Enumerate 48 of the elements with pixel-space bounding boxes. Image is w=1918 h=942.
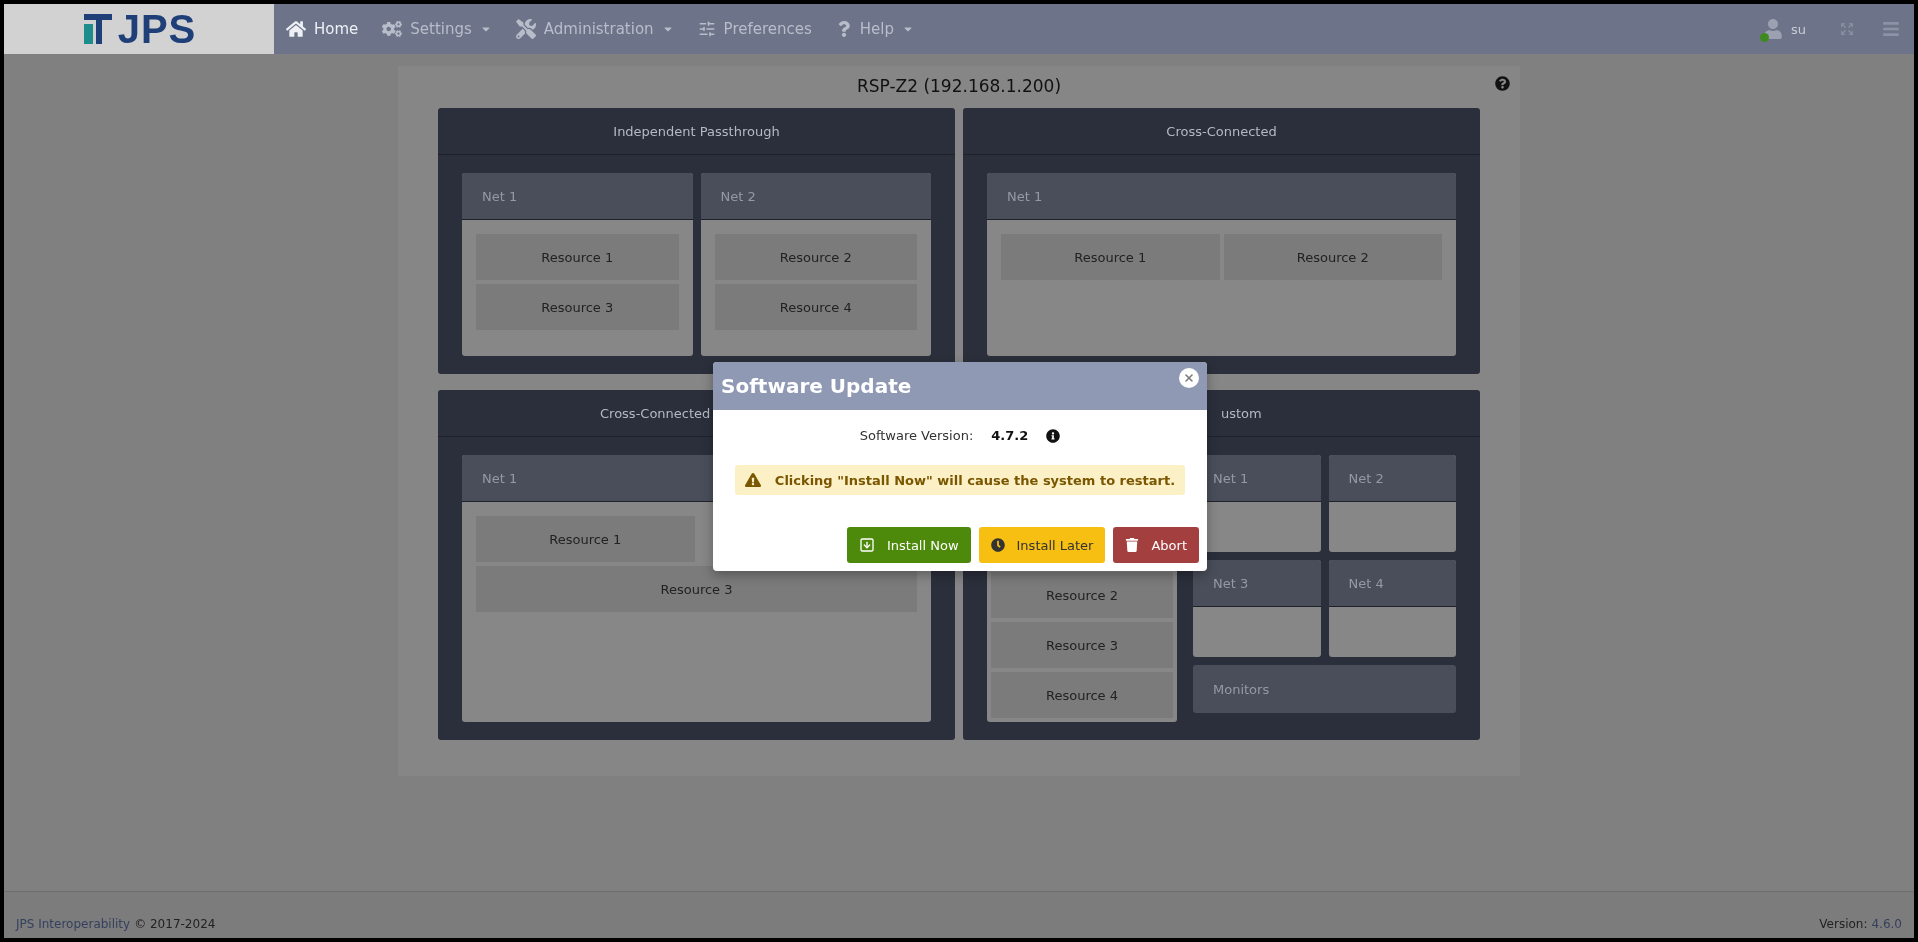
nav-item[interactable]: Settings	[370, 4, 504, 54]
company-link[interactable]: JPS Interoperability	[16, 917, 131, 931]
resource-tile[interactable]: Resource 4	[714, 284, 917, 330]
close-button[interactable]	[1179, 368, 1199, 388]
logo-text: JPS	[117, 6, 197, 52]
version-number[interactable]: 4.6.0	[1871, 917, 1902, 931]
net-header: Net 3	[1193, 560, 1321, 607]
dialog-button[interactable]: Abort	[1113, 527, 1199, 563]
resource-tile[interactable]: Resource 3	[476, 284, 679, 330]
nav-item[interactable]: Administration	[503, 4, 686, 54]
warning-icon	[744, 472, 761, 488]
nav-item[interactable]: Help	[823, 4, 927, 54]
nav-item[interactable]: Home	[274, 4, 371, 54]
net-header: Net 1	[462, 173, 693, 220]
device-title: RSP-Z2 (192.168.1.200)	[855, 75, 1063, 98]
logo-icon	[81, 12, 114, 46]
clock-icon	[990, 538, 1005, 552]
dialog-button[interactable]: Install Later	[978, 527, 1106, 563]
resource-tile[interactable]: Resource 2	[714, 234, 917, 280]
info-icon[interactable]	[1046, 428, 1061, 443]
resource-tile[interactable]: Resource 3	[991, 622, 1173, 668]
panel-header: Cross-Connected	[963, 108, 1480, 155]
net-header: Net 2	[700, 173, 931, 220]
resource-tile[interactable]: Resource 2	[991, 572, 1173, 618]
version-label: Version:	[1819, 917, 1868, 931]
user-name[interactable]: su	[1791, 21, 1806, 37]
trash-icon	[1125, 538, 1140, 552]
dialog-button[interactable]: Install Now	[846, 527, 971, 563]
resource-tile[interactable]: Resource 4	[991, 672, 1173, 718]
download-icon	[858, 537, 875, 553]
copyright-text: © 2017-2024	[134, 917, 216, 931]
close-icon	[1183, 372, 1195, 384]
resource-tile[interactable]: Resource 1	[1001, 234, 1220, 280]
net-header: Net 2	[1328, 455, 1456, 502]
sliders-icon	[697, 20, 716, 38]
nav-item[interactable]: Preferences	[685, 4, 824, 54]
monitors-bar[interactable]: Monitors	[1193, 665, 1456, 713]
resource-tile[interactable]: Resource 1	[476, 516, 695, 562]
home-icon	[286, 19, 306, 39]
tools-icon	[515, 19, 536, 39]
help-icon[interactable]	[1495, 76, 1510, 91]
resource-tile[interactable]: Resource 1	[476, 234, 679, 280]
net-header: Net 1	[987, 173, 1456, 220]
panel-header: Independent Passthrough	[438, 108, 955, 155]
resource-tile[interactable]: Resource 3	[476, 566, 917, 612]
net-header: Net 4	[1328, 560, 1456, 607]
resource-tile[interactable]: Resource 2	[1223, 234, 1442, 280]
gears-icon	[382, 19, 403, 39]
